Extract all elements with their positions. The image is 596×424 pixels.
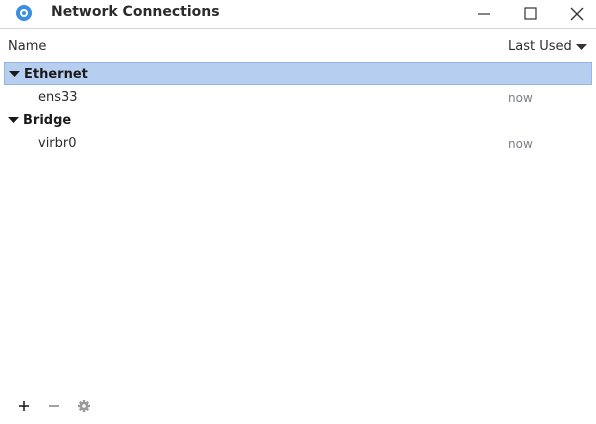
close-button[interactable] bbox=[567, 4, 587, 24]
remove-connection-button[interactable] bbox=[45, 394, 63, 412]
connection-row-ens33[interactable]: ens33 now bbox=[4, 86, 592, 109]
add-connection-button[interactable] bbox=[15, 394, 33, 412]
column-header: Name Last Used bbox=[0, 29, 596, 61]
connection-row-virbr0[interactable]: virbr0 now bbox=[4, 132, 592, 155]
minus-icon bbox=[49, 405, 59, 407]
gear-icon bbox=[78, 400, 90, 412]
last-used-value: now bbox=[508, 91, 533, 105]
connection-settings-button[interactable] bbox=[75, 394, 93, 412]
group-row-bridge[interactable]: Bridge bbox=[4, 109, 592, 132]
group-label: Ethernet bbox=[24, 67, 88, 82]
plus-icon bbox=[19, 401, 29, 411]
close-icon bbox=[570, 7, 584, 21]
minimize-icon bbox=[478, 13, 490, 15]
network-manager-icon bbox=[15, 4, 33, 22]
group-label: Bridge bbox=[23, 113, 72, 128]
expander-triangle-icon[interactable] bbox=[8, 117, 19, 124]
minimize-button[interactable] bbox=[474, 4, 494, 24]
column-last-used-header[interactable]: Last Used bbox=[508, 39, 572, 54]
maximize-icon bbox=[524, 7, 537, 20]
title-bar[interactable]: Network Connections bbox=[0, 0, 596, 29]
window-title: Network Connections bbox=[51, 4, 220, 20]
expander-triangle-icon[interactable] bbox=[9, 71, 20, 78]
chevron-down-icon[interactable] bbox=[576, 44, 587, 51]
bottom-toolbar bbox=[0, 390, 596, 416]
connection-name: ens33 bbox=[38, 90, 78, 105]
column-name-header[interactable]: Name bbox=[8, 39, 46, 54]
connection-name: virbr0 bbox=[38, 136, 77, 151]
group-row-ethernet[interactable]: Ethernet bbox=[4, 62, 592, 85]
maximize-button[interactable] bbox=[520, 4, 540, 24]
last-used-value: now bbox=[508, 137, 533, 151]
